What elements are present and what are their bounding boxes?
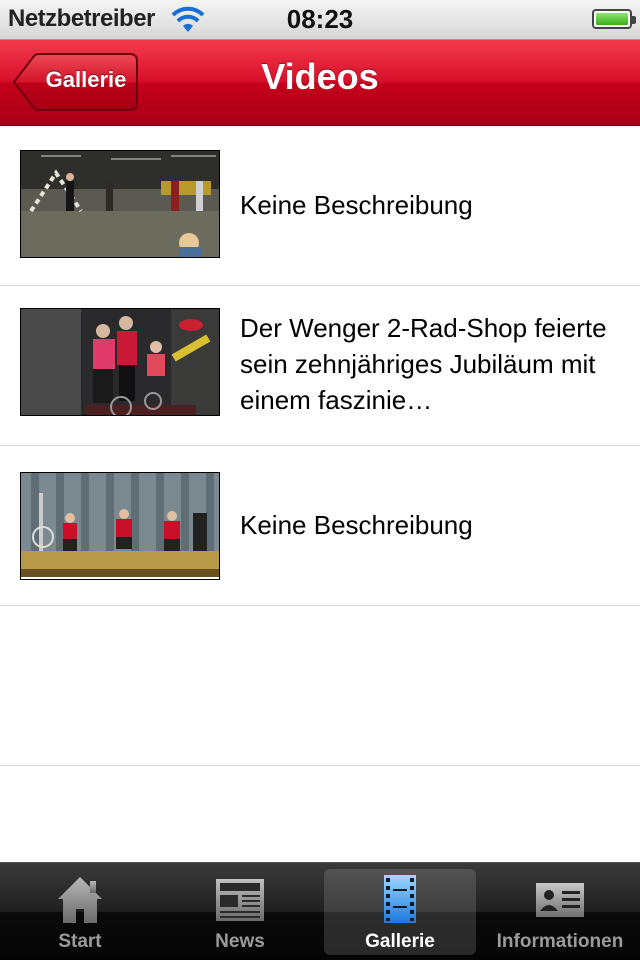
tab-news[interactable]: News [164, 869, 316, 955]
video-description: Der Wenger 2-Rad-Shop feierte sein zehnj… [240, 313, 607, 415]
clock: 08:23 [286, 4, 354, 34]
video-thumbnail [20, 150, 220, 258]
video-thumbnail [20, 308, 220, 416]
page-title: Videos [261, 56, 379, 97]
film-icon [384, 875, 416, 923]
video-row[interactable]: Keine Beschreibung [0, 446, 640, 606]
tab-gallerie[interactable]: Gallerie [324, 869, 476, 955]
tab-label: Gallerie [365, 931, 435, 952]
battery-icon [592, 9, 636, 29]
status-bar: Netzbetreiber 08:23 [0, 0, 640, 40]
house-icon [58, 877, 102, 923]
video-list: Keine Beschreibung Der Wenger 2-Rad-Shop… [0, 126, 640, 766]
contact-card-icon [536, 883, 584, 917]
tab-label: Informationen [496, 931, 624, 952]
video-description: Keine Beschreibung [240, 510, 473, 540]
tab-label: News [215, 931, 265, 952]
tab-start[interactable]: Start [4, 869, 156, 955]
tab-informationen[interactable]: Informationen [484, 869, 636, 955]
video-row[interactable]: Der Wenger 2-Rad-Shop feierte sein zehnj… [0, 286, 640, 446]
newspaper-icon [216, 879, 264, 921]
video-thumbnail [20, 472, 220, 580]
tab-bar: Start News Gallerie Informationen [0, 862, 640, 960]
tab-label: Start [58, 931, 102, 952]
navigation-bar: Gallerie Videos [0, 40, 640, 126]
video-row[interactable]: Keine Beschreibung [0, 126, 640, 286]
video-description: Keine Beschreibung [240, 190, 473, 220]
empty-row [0, 606, 640, 766]
